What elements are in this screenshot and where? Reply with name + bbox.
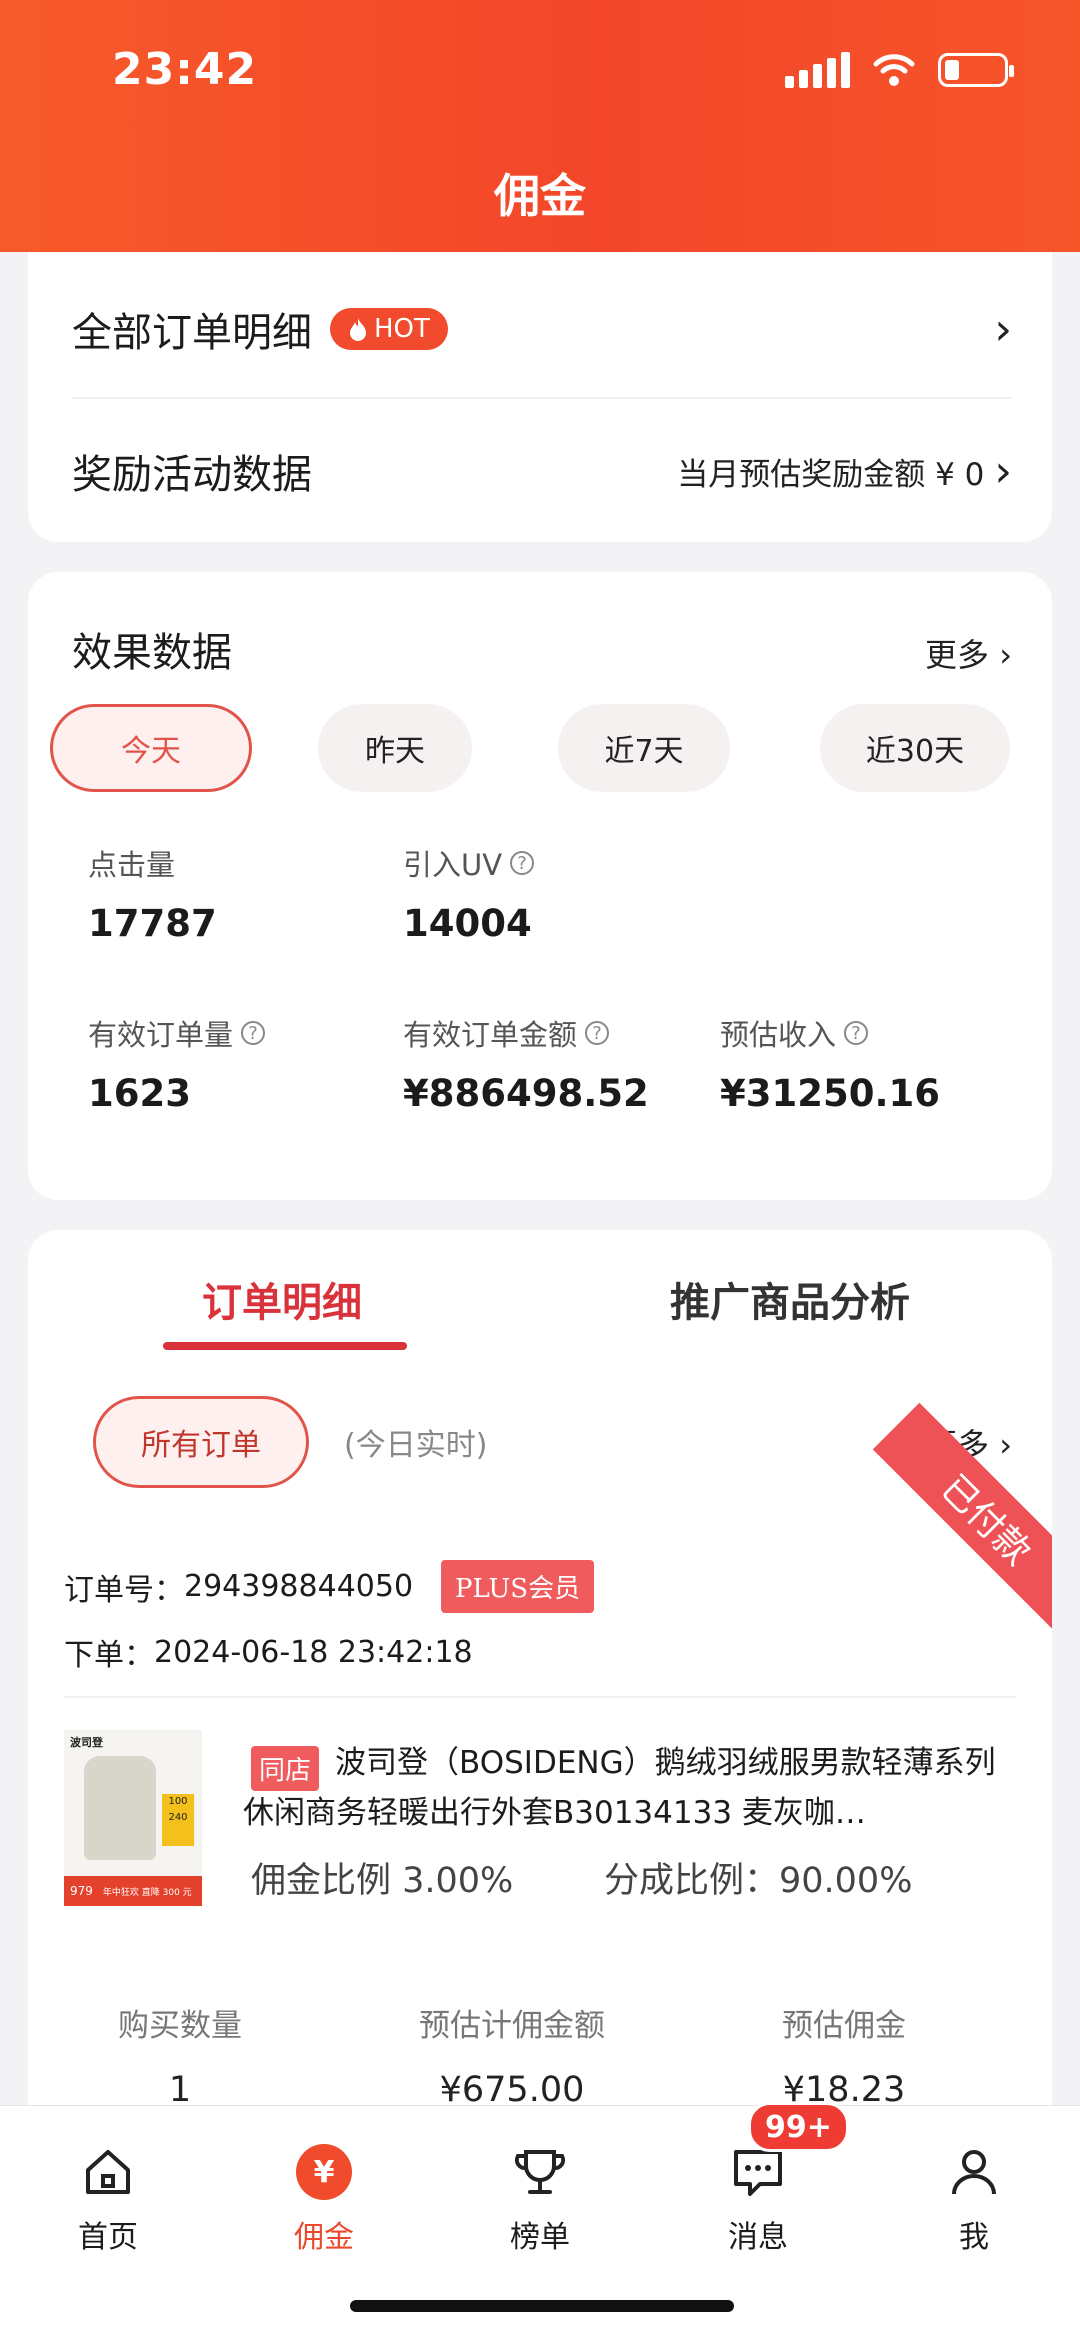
product-title[interactable]: 波司登（BOSIDENG）鹅绒羽绒服男款轻薄系列休闲商务轻暖出行外套B30134… (243, 1738, 1023, 1838)
reward-label: 奖励活动数据 (72, 452, 312, 498)
period-today[interactable]: 今天 (50, 704, 252, 792)
tab-ranking-label: 榜单 (510, 2220, 570, 2255)
product-image-price: 979 年中狂欢 直降 300 元 (64, 1876, 202, 1906)
hot-badge: HOT (330, 308, 448, 350)
tab-commission[interactable]: ¥ 佣金 (264, 2142, 384, 2256)
effect-more-link[interactable]: 更多 › (925, 630, 1012, 676)
plus-member-badge: PLUS会员 (441, 1560, 595, 1613)
commission-base-value: ¥675.00 (439, 2070, 585, 2110)
reward-summary: 当月预估奖励金额 ¥ 0 › (677, 446, 1012, 497)
commission-base-label: 预估计佣金额 (419, 2008, 605, 2044)
quantity-value: 1 (168, 2070, 192, 2110)
reward-amount-text: 当月预估奖励金额 ¥ 0 (677, 456, 985, 493)
help-icon[interactable]: ? (844, 1021, 869, 1045)
period-yesterday[interactable]: 昨天 (318, 704, 472, 792)
tab-ranking[interactable]: 榜单 (480, 2142, 600, 2256)
all-orders-row[interactable]: 全部订单明细 HOT › (72, 300, 1012, 358)
order-number: 294398844050 (184, 1569, 414, 1604)
menu-card: 全部订单明细 HOT › 奖励活动数据 当月预估奖励金额 ¥ 0 › (28, 252, 1052, 542)
est-income-label: 预估收入? (720, 1012, 869, 1054)
product-image[interactable]: 波司登 100 240 979 年中狂欢 直降 300 元 (64, 1730, 202, 1906)
realtime-note: (今日实时) (344, 1428, 488, 1463)
order-time-line: 下单： 2024-06-18 23:42:18 (64, 1630, 473, 1674)
home-indicator[interactable] (350, 2300, 734, 2312)
price-tag: 100 240 (162, 1794, 194, 1846)
message-count-badge: 99+ (748, 2102, 849, 2152)
uv-value: 14004 (403, 902, 532, 945)
clicks-value: 17787 (88, 902, 217, 945)
valid-orders-value: 1623 (88, 1072, 191, 1115)
effect-title: 效果数据 (72, 630, 232, 676)
active-tab-indicator (163, 1342, 407, 1350)
tab-me-label: 我 (959, 2220, 989, 2255)
trophy-icon (510, 2142, 570, 2202)
status-icons (785, 52, 1014, 88)
divider (72, 397, 1012, 399)
yen-icon: ¥ (294, 2142, 354, 2202)
status-time: 23:42 (112, 44, 258, 95)
est-commission-value: ¥18.23 (782, 2070, 906, 2110)
all-orders-label: 全部订单明细 (72, 310, 312, 356)
jacket-picture (84, 1756, 156, 1860)
clicks-label: 点击量 (88, 848, 176, 882)
period-7days[interactable]: 近7天 (558, 704, 730, 792)
battery-icon (938, 53, 1014, 87)
tab-order-detail[interactable]: 订单明细 (202, 1270, 362, 1328)
commission-rate: 佣金比例 3.00% (251, 1861, 514, 1901)
wifi-icon (873, 54, 915, 86)
app-header: 23:42 佣金 (0, 0, 1080, 252)
tab-commission-label: 佣金 (294, 2220, 354, 2255)
chevron-right-icon: › (994, 445, 1012, 497)
share-rate: 分成比例：90.00% (604, 1861, 913, 1901)
est-commission-label: 预估佣金 (782, 2008, 906, 2044)
signal-icon (785, 52, 850, 88)
page-title: 佣金 (494, 169, 586, 223)
help-icon[interactable]: ? (510, 851, 535, 875)
same-store-badge: 同店 (251, 1746, 320, 1791)
uv-label: 引入UV? (403, 842, 535, 884)
hot-badge-text: HOT (374, 314, 430, 344)
chevron-right-icon: › (994, 303, 1012, 355)
valid-orders-label: 有效订单量? (88, 1012, 266, 1054)
person-icon (944, 2142, 1004, 2202)
tab-me[interactable]: 我 (914, 2142, 1034, 2256)
est-income-value: ¥31250.16 (720, 1072, 941, 1115)
order-number-line: 订单号： 294398844050 PLUS会员 (64, 1560, 595, 1613)
tab-home[interactable]: 首页 (48, 2142, 168, 2256)
effect-card: 效果数据 更多 › 今天 昨天 近7天 近30天 点击量 17787 引入UV?… (28, 572, 1052, 1200)
tab-product-analysis[interactable]: 推广商品分析 (670, 1270, 910, 1328)
divider (64, 1696, 1016, 1698)
order-time-label: 下单： (64, 1638, 154, 1673)
all-orders-filter[interactable]: 所有订单 (93, 1396, 309, 1488)
tab-home-label: 首页 (78, 2220, 138, 2255)
valid-amount-label: 有效订单金额? (403, 1012, 610, 1054)
valid-amount-value: ¥886498.52 (403, 1072, 649, 1115)
help-icon[interactable]: ? (241, 1021, 266, 1045)
order-number-label: 订单号： (64, 1572, 184, 1608)
period-30days[interactable]: 近30天 (820, 704, 1010, 792)
product-image-brand: 波司登 (70, 1736, 103, 1749)
quantity-label: 购买数量 (118, 2008, 242, 2044)
reward-row[interactable]: 奖励活动数据 当月预估奖励金额 ¥ 0 › (72, 442, 1012, 500)
tab-messages[interactable]: 消息 (698, 2142, 818, 2256)
flame-icon (350, 318, 366, 341)
help-icon[interactable]: ? (585, 1021, 610, 1045)
order-time: 2024-06-18 23:42:18 (154, 1634, 473, 1670)
home-icon (78, 2142, 138, 2202)
tab-messages-label: 消息 (728, 2220, 788, 2255)
orders-card: 订单明细 推广商品分析 所有订单 (今日实时) 更多 › 已付款 订单号： 29… (28, 1230, 1052, 2130)
